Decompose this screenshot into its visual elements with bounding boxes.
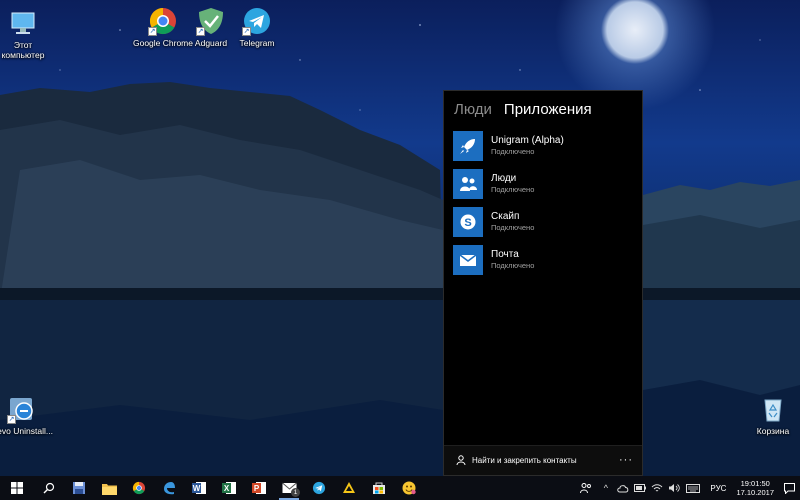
desktop-icon-telegram[interactable]: ↗ Telegram [226, 6, 288, 48]
taskbar-word[interactable]: W [184, 476, 214, 500]
clock[interactable]: 19:01:50 17.10.2017 [732, 479, 778, 497]
desktop-icon-revo[interactable]: ↗ Revo Uninstall... [0, 394, 53, 436]
svg-text:W: W [193, 484, 201, 493]
this-pc-icon [8, 8, 38, 38]
taskbar-mail[interactable]: 1 [274, 476, 304, 500]
notifications-icon [783, 482, 795, 494]
taskbar-adguard[interactable] [334, 476, 364, 500]
show-hidden-icons-button[interactable]: ^ [597, 476, 614, 500]
language-indicator[interactable]: РУС [704, 484, 732, 493]
rocket-icon [453, 130, 483, 161]
more-options-button[interactable]: ··· [619, 454, 633, 466]
people-icon [580, 483, 592, 494]
shortcut-arrow-icon: ↗ [148, 27, 157, 36]
powerpoint-icon: P [252, 482, 266, 494]
app-item-mail[interactable]: Почта Подключено [444, 241, 642, 278]
chevron-up-icon: ^ [603, 483, 609, 493]
battery-icon [633, 484, 646, 492]
tab-apps[interactable]: Приложения [504, 101, 592, 118]
taskbar-excel[interactable]: X [214, 476, 244, 500]
app-status: Подключено [491, 146, 535, 156]
wifi-icon [651, 484, 663, 492]
taskbar-file-explorer[interactable] [94, 476, 124, 500]
clock-date: 17.10.2017 [736, 488, 774, 497]
tab-people[interactable]: Люди [454, 101, 492, 118]
taskbar-store[interactable] [364, 476, 394, 500]
action-center-button[interactable] [778, 476, 800, 500]
svg-text:P: P [254, 484, 260, 493]
app-status: Подключено [491, 222, 535, 232]
file-explorer-icon [101, 483, 117, 495]
cloud-icon [617, 484, 629, 492]
shortcut-arrow-icon: ↗ [242, 27, 251, 36]
mail-icon [453, 244, 483, 275]
app-item-skype[interactable]: S Скайп Подключено [444, 203, 642, 240]
taskbar: W X P 1 ^ РУС 19:01:50 17.10.2017 [0, 476, 800, 500]
taskbar-save-app[interactable] [64, 476, 94, 500]
shortcut-arrow-icon: ↗ [196, 27, 205, 36]
tray-keyboard[interactable] [682, 476, 704, 500]
revo-uninstaller-icon: ↗ [7, 394, 37, 424]
excel-icon: X [222, 482, 236, 494]
desktop-icon-label: Telegram [239, 38, 275, 48]
app-name: Скайп [491, 210, 520, 222]
desktop-wallpaper [0, 0, 800, 476]
telegram-icon [312, 481, 326, 495]
keyboard-icon [686, 483, 701, 493]
recycle-bin-icon [758, 394, 788, 424]
app-name: Люди [491, 172, 517, 184]
volume-icon [668, 484, 680, 492]
windows-logo-icon [11, 482, 23, 494]
chrome-icon [132, 481, 146, 495]
tray-network[interactable] [648, 476, 665, 500]
start-button[interactable] [0, 476, 34, 500]
people-button[interactable] [575, 476, 597, 500]
desktop-icon-recycle-bin[interactable]: Корзина [742, 394, 800, 436]
app-status: Подключено [491, 184, 535, 194]
tray-volume[interactable] [665, 476, 682, 500]
people-flyout: Люди Приложения Unigram (Alpha) Подключе… [443, 90, 643, 476]
tray-cloud[interactable] [614, 476, 631, 500]
app-name: Unigram (Alpha) [491, 134, 564, 146]
search-icon [43, 482, 55, 494]
app-item-people[interactable]: Люди Подключено [444, 165, 642, 202]
telegram-icon: ↗ [242, 6, 272, 36]
desktop-icon-this-pc[interactable]: Этот компьютер [0, 8, 54, 60]
save-icon [73, 482, 85, 494]
find-contacts-button[interactable]: Найти и закрепить контакты ··· [444, 445, 642, 475]
store-icon [373, 482, 385, 494]
flyout-tabs: Люди Приложения [444, 91, 642, 127]
desktop-icon-label: Корзина [756, 426, 790, 436]
clock-time: 19:01:50 [740, 479, 770, 488]
taskbar-chrome[interactable] [124, 476, 154, 500]
taskbar-emoji-app[interactable] [394, 476, 424, 500]
taskbar-powerpoint[interactable]: P [244, 476, 274, 500]
find-contacts-label: Найти и закрепить контакты [472, 456, 577, 465]
desktop-icon-label: Этот компьютер [1, 40, 45, 60]
edge-icon [164, 482, 175, 495]
adguard-icon [343, 482, 355, 493]
emoji-icon [402, 481, 416, 495]
app-name: Почта [491, 248, 519, 260]
svg-text:X: X [224, 484, 230, 493]
app-status: Подключено [491, 260, 535, 270]
taskbar-telegram[interactable] [304, 476, 334, 500]
taskbar-edge[interactable] [154, 476, 184, 500]
app-item-unigram[interactable]: Unigram (Alpha) Подключено [444, 127, 642, 164]
system-tray: ^ РУС 19:01:50 17.10.2017 [575, 476, 800, 500]
chrome-icon: ↗ [148, 6, 178, 36]
search-button[interactable] [34, 476, 64, 500]
tray-battery[interactable] [631, 476, 648, 500]
desktop-icon-label: Revo Uninstall... [0, 426, 53, 436]
svg-text:S: S [464, 217, 471, 229]
skype-icon: S [453, 206, 483, 237]
people-icon [453, 168, 483, 199]
word-icon: W [192, 482, 206, 494]
adguard-icon: ↗ [196, 6, 226, 36]
shortcut-arrow-icon: ↗ [7, 415, 16, 424]
person-icon [456, 454, 466, 467]
mail-badge: 1 [291, 488, 300, 497]
